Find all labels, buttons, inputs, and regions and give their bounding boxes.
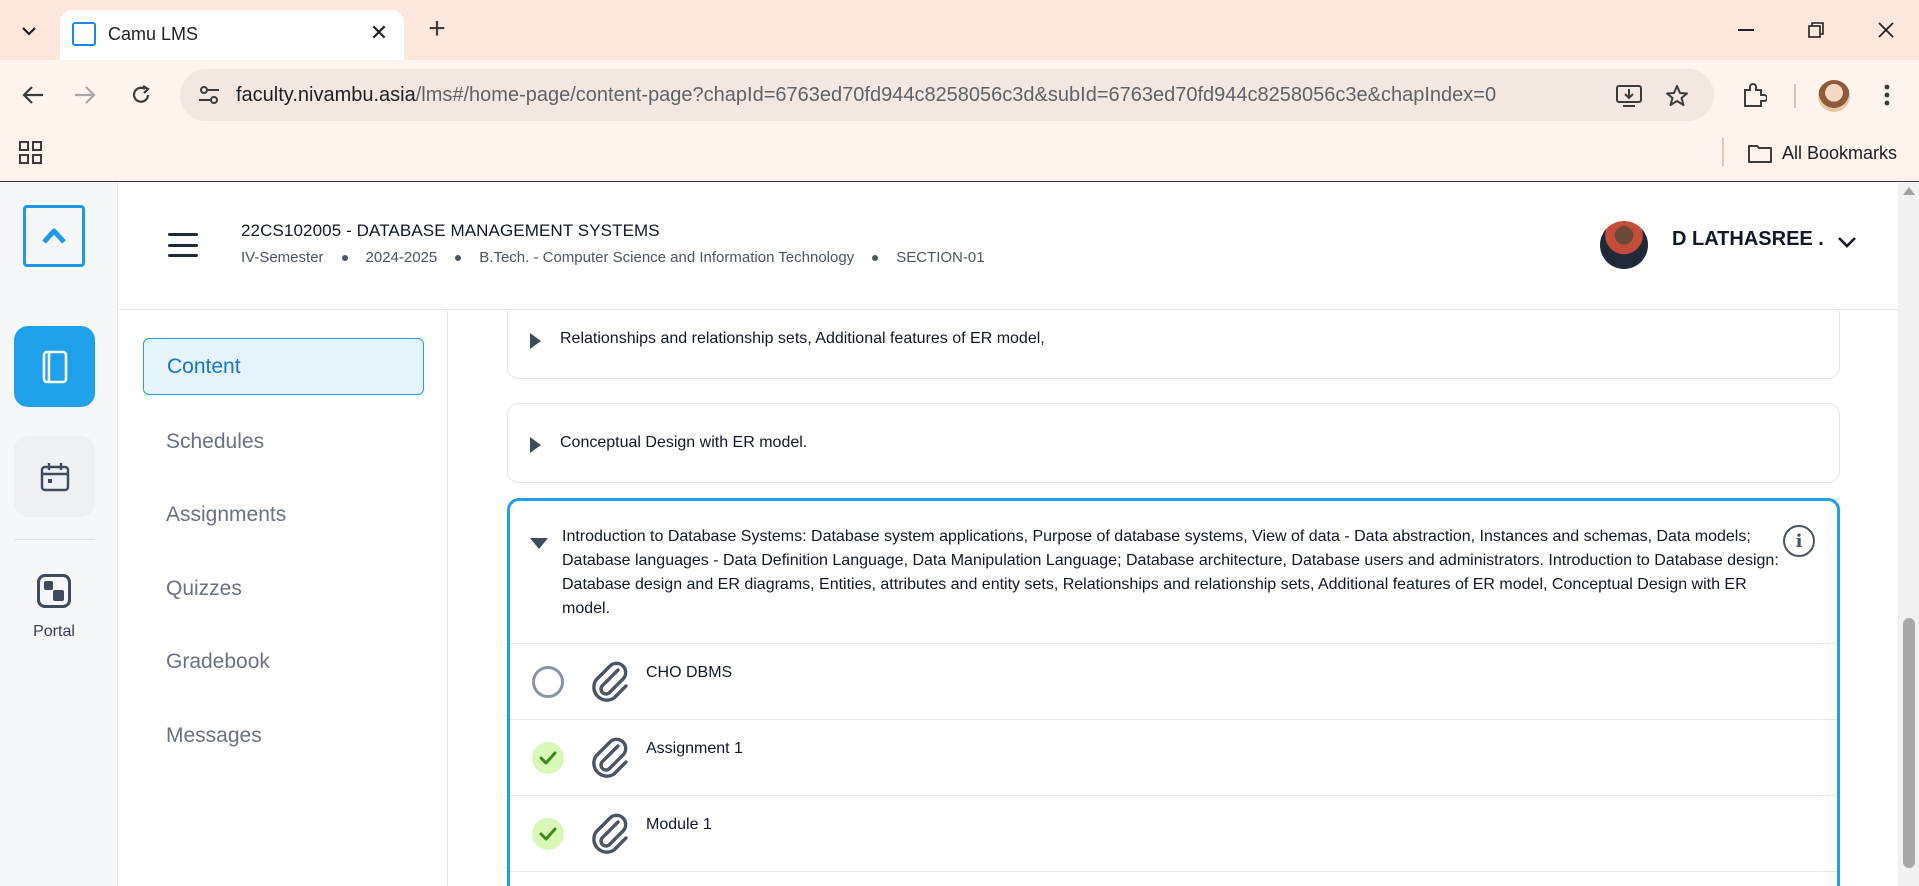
scroll-up-arrow-icon[interactable] bbox=[1903, 187, 1915, 195]
tab-close-icon[interactable]: ✕ bbox=[366, 20, 392, 46]
section-label: SECTION-01 bbox=[896, 249, 985, 266]
paperclip-attachment-icon bbox=[592, 813, 628, 854]
close-window-icon[interactable] bbox=[1864, 12, 1908, 48]
camu-favicon-icon bbox=[72, 22, 96, 46]
minimize-window-icon[interactable] bbox=[1724, 12, 1768, 48]
chapter-card-expanded: Introduction to Database Systems: Databa… bbox=[507, 498, 1840, 886]
restore-window-icon[interactable] bbox=[1794, 12, 1838, 48]
menu-item-schedules[interactable]: Schedules bbox=[143, 413, 424, 470]
status-completed-check-icon[interactable] bbox=[532, 742, 564, 774]
browser-tab[interactable]: Camu LMS ✕ bbox=[60, 10, 404, 60]
tab-search-chevron-icon[interactable] bbox=[12, 14, 46, 48]
menu-item-gradebook[interactable]: Gradebook bbox=[143, 633, 424, 690]
chapter-title[interactable]: Relationships and relationship sets, Add… bbox=[560, 330, 1045, 348]
menu-item-quizzes[interactable]: Quizzes bbox=[143, 560, 424, 617]
meta-dot bbox=[455, 254, 462, 261]
chapter-description[interactable]: Introduction to Database Systems: Databa… bbox=[562, 525, 1782, 621]
program-label: B.Tech. - Computer Science and Informati… bbox=[479, 249, 855, 266]
tab-title: Camu LMS bbox=[108, 24, 199, 44]
academic-year-label: 2024-2025 bbox=[365, 249, 438, 266]
resource-row[interactable]: Module 1 bbox=[510, 795, 1837, 871]
chapter-card-collapsed[interactable]: Relationships and relationship sets, Add… bbox=[507, 311, 1840, 379]
install-app-icon[interactable] bbox=[1614, 81, 1644, 111]
semester-label: IV-Semester bbox=[241, 249, 324, 266]
new-tab-plus-icon[interactable]: + bbox=[420, 14, 454, 48]
user-avatar[interactable] bbox=[1600, 221, 1648, 269]
extensions-puzzle-icon[interactable] bbox=[1737, 78, 1771, 112]
browser-menu-kebab-icon[interactable] bbox=[1870, 78, 1904, 112]
scroll-thumb[interactable] bbox=[1903, 618, 1915, 868]
status-completed-check-icon[interactable] bbox=[532, 818, 564, 850]
status-pending-circle-icon[interactable] bbox=[532, 666, 564, 698]
url-host: faculty.nivambu.asia bbox=[236, 84, 416, 106]
info-icon[interactable]: i bbox=[1783, 525, 1815, 557]
resource-row[interactable]: CHO DBMS bbox=[510, 643, 1837, 719]
profile-avatar[interactable] bbox=[1818, 80, 1850, 112]
collapse-caret-down-icon[interactable] bbox=[530, 538, 548, 549]
menu-item-assignments[interactable]: Assignments bbox=[143, 486, 424, 543]
browser-toolbar: faculty.nivambu.asia/lms#/home-page/cont… bbox=[0, 60, 1919, 130]
apps-grid-icon[interactable] bbox=[18, 140, 44, 166]
resource-row[interactable]: Assignment 1 bbox=[510, 719, 1837, 795]
meta-dot bbox=[872, 254, 879, 261]
site-info-tune-icon[interactable] bbox=[194, 81, 224, 109]
course-side-menu: Content Schedules Assignments Quizzes Gr… bbox=[119, 311, 448, 886]
resource-title[interactable]: Module 1 bbox=[646, 816, 712, 834]
content-panel: Relationships and relationship sets, Add… bbox=[449, 311, 1898, 886]
resource-title[interactable]: CHO DBMS bbox=[646, 664, 732, 682]
rail-calendar-icon[interactable] bbox=[14, 436, 95, 517]
bookmark-star-icon[interactable] bbox=[1662, 81, 1692, 111]
folder-icon bbox=[1748, 145, 1772, 163]
all-bookmarks-button[interactable]: All Bookmarks bbox=[1748, 138, 1897, 168]
course-meta: IV-Semester 2024-2025 B.Tech. - Computer… bbox=[241, 249, 985, 266]
course-header: 22CS102005 - DATABASE MANAGEMENT SYSTEMS… bbox=[119, 183, 1898, 310]
back-arrow-icon[interactable] bbox=[14, 76, 52, 114]
forward-arrow-icon[interactable] bbox=[66, 76, 104, 114]
paperclip-attachment-icon bbox=[592, 661, 628, 702]
app-nav-rail: Portal bbox=[0, 183, 118, 886]
user-menu-chevron-down-icon[interactable] bbox=[1832, 227, 1862, 257]
toolbar-divider bbox=[1794, 84, 1796, 108]
bookmarks-bar: All Bookmarks bbox=[0, 130, 1919, 182]
chapter-title[interactable]: Conceptual Design with ER model. bbox=[560, 434, 807, 452]
expand-caret-right-icon[interactable] bbox=[530, 333, 541, 349]
url-text[interactable]: faculty.nivambu.asia/lms#/home-page/cont… bbox=[236, 84, 1496, 107]
rail-content-book-icon[interactable] bbox=[14, 326, 95, 407]
portal-icon[interactable] bbox=[37, 574, 71, 608]
address-bar[interactable]: faculty.nivambu.asia/lms#/home-page/cont… bbox=[180, 69, 1714, 121]
expand-caret-right-icon[interactable] bbox=[530, 437, 541, 453]
menu-item-messages[interactable]: Messages bbox=[143, 707, 424, 764]
all-bookmarks-label: All Bookmarks bbox=[1782, 142, 1898, 163]
reload-icon[interactable] bbox=[122, 76, 160, 114]
resource-title[interactable]: Assignment 1 bbox=[646, 740, 743, 758]
resource-row[interactable] bbox=[510, 871, 1837, 886]
rail-divider bbox=[14, 539, 95, 540]
course-title: 22CS102005 - DATABASE MANAGEMENT SYSTEMS bbox=[241, 221, 660, 240]
meta-dot bbox=[341, 254, 348, 261]
menu-item-content[interactable]: Content bbox=[143, 338, 424, 395]
user-name[interactable]: D LATHASREE . bbox=[1672, 228, 1824, 251]
page-scrollbar[interactable] bbox=[1898, 183, 1919, 886]
url-path: /lms#/home-page/content-page?chapId=6763… bbox=[415, 84, 1497, 106]
hamburger-menu-icon[interactable] bbox=[168, 233, 198, 257]
camu-logo-icon[interactable] bbox=[23, 205, 85, 267]
paperclip-attachment-icon bbox=[592, 737, 628, 778]
browser-tab-strip: Camu LMS ✕ + bbox=[0, 0, 1919, 60]
chapter-card-collapsed[interactable]: Conceptual Design with ER model. bbox=[507, 403, 1840, 483]
bookmarks-divider bbox=[1722, 138, 1724, 166]
portal-label[interactable]: Portal bbox=[0, 623, 108, 641]
